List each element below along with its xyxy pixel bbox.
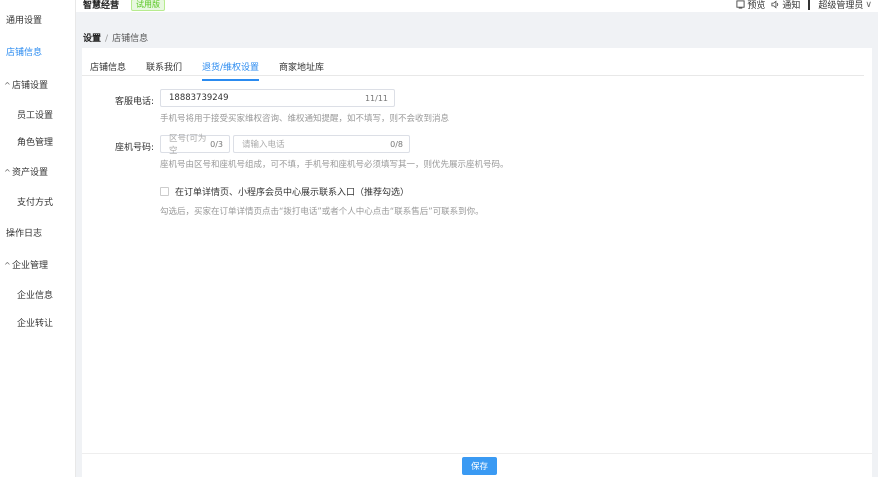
sidebar-group-asset-settings[interactable]: ^资产设置 <box>4 165 48 178</box>
user-menu[interactable]: 超级管理员 ∨ <box>818 0 872 11</box>
area-code-counter: 0/3 <box>210 139 223 149</box>
sidebar-group-enterprise-management[interactable]: ^企业管理 <box>4 258 48 271</box>
sidebar-item-staff-settings[interactable]: 员工设置 <box>17 108 53 121</box>
save-button[interactable]: 保存 <box>462 457 497 475</box>
sidebar-item-general-settings[interactable]: 通用设置 <box>6 13 42 26</box>
breadcrumb-root[interactable]: 设置 <box>83 34 101 44</box>
show-contact-entry-hint: 勾选后，买家在订单详情页点击“拨打电话”或者个人中心点击“联系售后”可联系到你。 <box>160 207 484 217</box>
breadcrumb-band: 设置 / 店铺信息 <box>76 12 878 48</box>
landline-number-placeholder: 请输入电话 <box>242 140 285 150</box>
preview-label: 预览 <box>747 1 766 11</box>
preview-icon <box>736 0 745 9</box>
sidebar-group-store-settings[interactable]: ^店铺设置 <box>4 78 48 91</box>
sidebar-item-enterprise-info[interactable]: 企业信息 <box>17 288 53 301</box>
top-bar: 智慧经营 试用版 预览 通知 超级管理员 ∨ <box>76 0 878 12</box>
notify-label: 通知 <box>782 1 801 11</box>
service-phone-value: 18883739249 <box>169 93 229 103</box>
area-code-input[interactable]: 区号(可为空 0/3 <box>160 134 230 156</box>
tab-store-info[interactable]: 店铺信息 <box>90 60 126 79</box>
show-contact-entry-row[interactable]: 在订单详情页、小程序会员中心展示联系入口（推荐勾选） <box>160 185 409 198</box>
chevron-up-icon: ^ <box>4 81 11 90</box>
scrollbar[interactable] <box>872 12 878 477</box>
footer-bar: 保存 <box>82 453 872 477</box>
show-contact-entry-checkbox[interactable] <box>160 187 169 196</box>
landline-number-input[interactable]: 请输入电话 0/8 <box>233 135 410 153</box>
user-name: 超级管理员 <box>818 1 864 11</box>
sidebar-item-store-info[interactable]: 店铺信息 <box>6 45 42 58</box>
landline-label: 座机号码: <box>114 143 154 153</box>
preview-button[interactable]: 预览 <box>736 0 765 11</box>
show-contact-entry-label: 在订单详情页、小程序会员中心展示联系入口（推荐勾选） <box>175 188 410 198</box>
top-right-actions: 预览 通知 超级管理员 ∨ <box>736 0 872 11</box>
service-phone-input[interactable]: 18883739249 11/11 <box>160 89 395 107</box>
trial-badge: 试用版 <box>131 0 165 11</box>
tab-returns-settings[interactable]: 退货/维权设置 <box>202 60 260 81</box>
speaker-icon <box>771 0 779 9</box>
chevron-up-icon: ^ <box>4 261 11 270</box>
service-phone-hint: 手机号将用于接受买家维权咨询、维权通知提醒，如不填写，则不会收到消息 <box>160 114 450 124</box>
service-phone-counter: 11/11 <box>364 93 388 103</box>
landline-number-counter: 0/8 <box>390 139 403 149</box>
sidebar-item-enterprise-transfer[interactable]: 企业转让 <box>17 316 53 329</box>
sidebar-item-operation-log[interactable]: 操作日志 <box>6 226 42 239</box>
sidebar-item-payment-methods[interactable]: 支付方式 <box>17 195 53 208</box>
service-phone-label: 客服电话: <box>114 97 154 107</box>
sidebar-group-label: 资产设置 <box>12 168 49 178</box>
notify-button[interactable]: 通知 <box>771 0 800 11</box>
breadcrumb-separator: / <box>105 34 109 44</box>
breadcrumb-current: 店铺信息 <box>112 34 149 44</box>
chevron-up-icon: ^ <box>4 168 11 177</box>
chevron-down-icon: ∨ <box>865 0 872 10</box>
sidebar-group-label: 企业管理 <box>12 261 49 271</box>
main-card: 店铺信息 联系我们 退货/维权设置 商家地址库 客服电话: 1888373924… <box>82 48 872 453</box>
tab-bar: 店铺信息 联系我们 退货/维权设置 商家地址库 <box>82 48 864 81</box>
header-divider <box>808 0 811 10</box>
landline-hint: 座机号由区号和座机号组成，可不填，手机号和座机号必须填写其一，则优先展示座机号码… <box>160 160 509 170</box>
tab-contact-us[interactable]: 联系我们 <box>146 60 182 79</box>
sidebar-group-label: 店铺设置 <box>12 81 49 91</box>
area-code-placeholder: 区号(可为空 <box>169 134 207 156</box>
tab-merchant-address[interactable]: 商家地址库 <box>279 60 324 79</box>
sidebar-item-role-management[interactable]: 角色管理 <box>17 135 53 148</box>
brand-name: 智慧经营 <box>83 1 120 11</box>
breadcrumb: 设置 / 店铺信息 <box>83 31 148 44</box>
sidebar: 通用设置 店铺信息 ^店铺设置 员工设置 角色管理 ^资产设置 支付方式 操作日… <box>0 0 76 477</box>
